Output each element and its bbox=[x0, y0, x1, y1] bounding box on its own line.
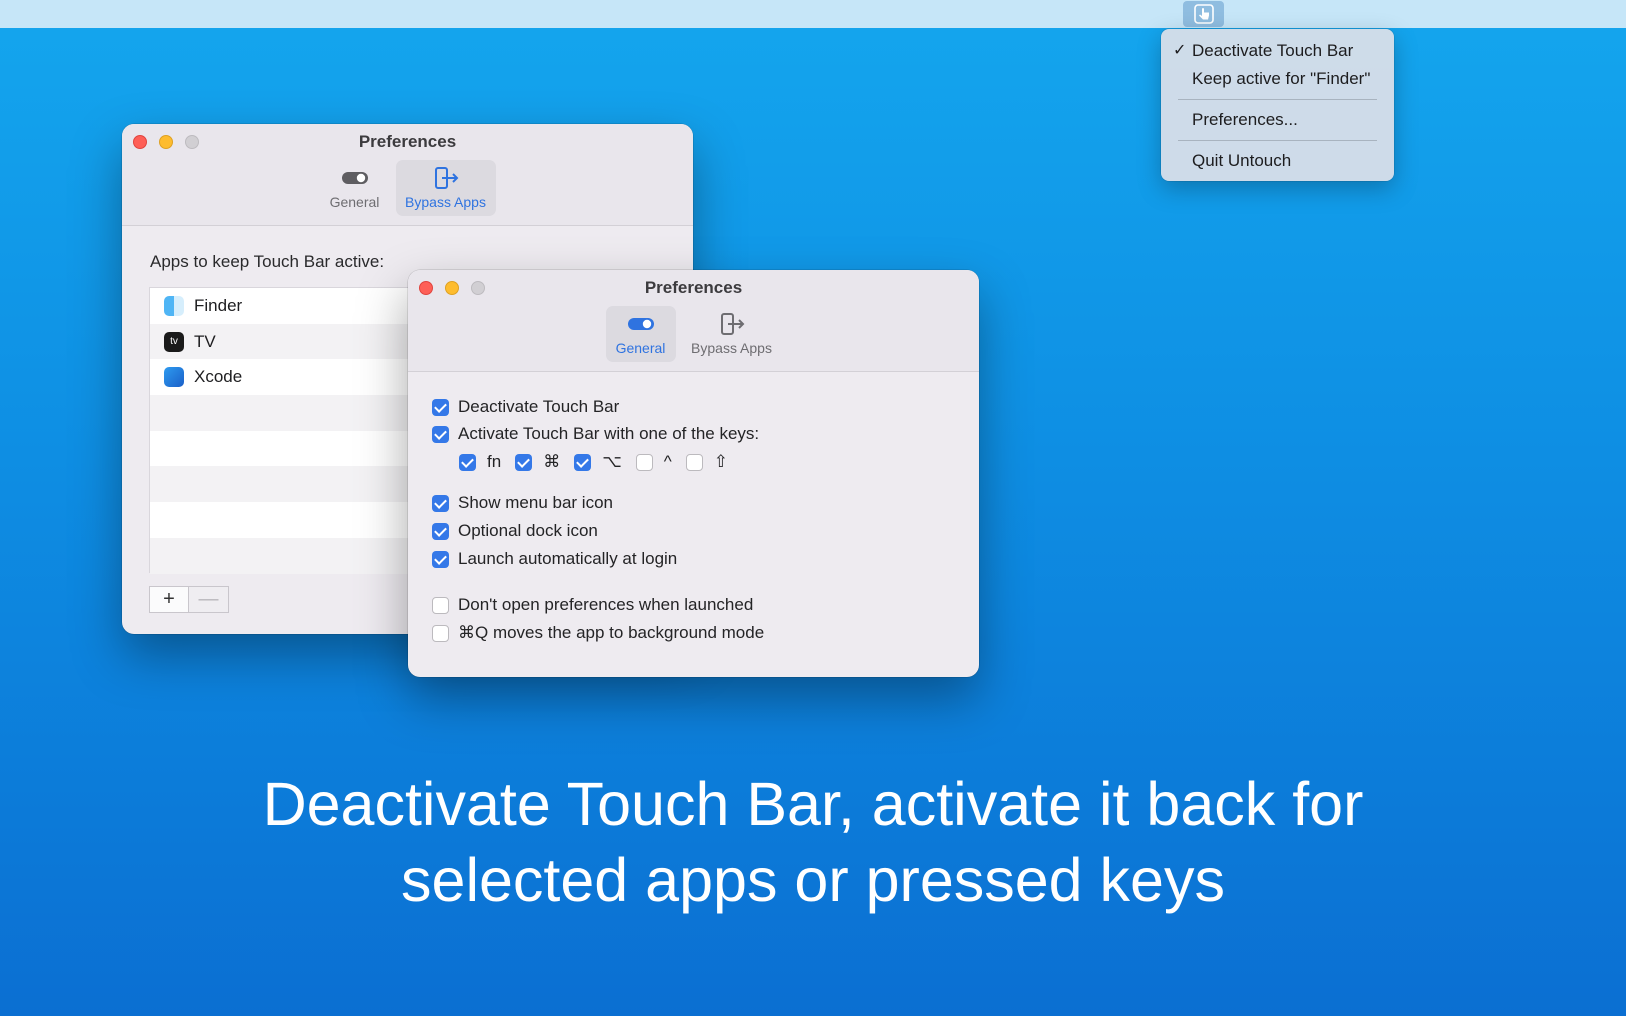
checkbox[interactable] bbox=[432, 522, 449, 540]
status-menu: ✓ Deactivate Touch Bar Keep active for "… bbox=[1161, 29, 1394, 181]
xcode-icon bbox=[164, 367, 184, 388]
app-name: Finder bbox=[194, 295, 243, 315]
key-option[interactable]: ⌥ bbox=[574, 452, 622, 472]
list-buttons: + — bbox=[149, 586, 229, 613]
option-label: Don't open preferences when launched bbox=[458, 595, 754, 614]
key-label: ^ bbox=[663, 452, 672, 471]
menu-item-keep-active[interactable]: Keep active for "Finder" bbox=[1161, 65, 1394, 93]
option-label: Launch automatically at login bbox=[458, 549, 678, 568]
titlebar: Preferences General Bypass Apps bbox=[122, 124, 693, 226]
checkbox[interactable] bbox=[432, 425, 449, 443]
activation-keys: fn ⌘ ⌥ ^ ⇧ bbox=[459, 452, 742, 472]
option-dont-open-preferences[interactable]: Don't open preferences when launched bbox=[432, 595, 753, 615]
marketing-caption: Deactivate Touch Bar, activate it back f… bbox=[0, 766, 1626, 918]
checkbox[interactable] bbox=[432, 624, 449, 642]
tv-icon: tv bbox=[164, 331, 184, 352]
remove-app-button[interactable]: — bbox=[189, 586, 229, 613]
tab-bypass-apps[interactable]: Bypass Apps bbox=[395, 160, 496, 216]
key-shift[interactable]: ⇧ bbox=[685, 452, 729, 472]
key-label: ⇧ bbox=[713, 452, 729, 471]
checkbox[interactable] bbox=[515, 453, 533, 471]
option-label: Show menu bar icon bbox=[458, 493, 613, 512]
key-label: ⌥ bbox=[602, 452, 622, 471]
menu-item-label: Keep active for "Finder" bbox=[1192, 69, 1371, 88]
toolbar-tabs: General Bypass Apps bbox=[122, 160, 693, 216]
key-control[interactable]: ^ bbox=[635, 452, 672, 472]
touch-hand-icon[interactable] bbox=[1183, 1, 1224, 27]
window-title: Preferences bbox=[644, 278, 743, 297]
option-label: ⌘Q moves the app to background mode bbox=[458, 623, 765, 642]
toolbar-tabs: General Bypass Apps bbox=[408, 306, 979, 362]
checkbox[interactable] bbox=[432, 398, 449, 416]
option-deactivate-touch-bar[interactable]: Deactivate Touch Bar bbox=[432, 397, 619, 417]
menu-bar bbox=[0, 0, 1626, 28]
menu-separator bbox=[1178, 140, 1377, 141]
tab-general[interactable]: General bbox=[320, 160, 390, 216]
tab-bypass-apps[interactable]: Bypass Apps bbox=[682, 306, 782, 362]
caption-line: selected apps or pressed keys bbox=[401, 846, 1225, 914]
tab-label: Bypass Apps bbox=[405, 194, 486, 210]
menu-item-label: Quit Untouch bbox=[1192, 151, 1292, 170]
menu-item-label: Preferences... bbox=[1192, 110, 1298, 129]
key-command[interactable]: ⌘ bbox=[515, 452, 560, 472]
key-fn[interactable]: fn bbox=[459, 452, 501, 472]
checkbox[interactable] bbox=[635, 453, 653, 471]
option-cmd-q-background[interactable]: ⌘Q moves the app to background mode bbox=[432, 623, 764, 643]
add-app-button[interactable]: + bbox=[149, 586, 189, 613]
menu-item-preferences[interactable]: Preferences... bbox=[1161, 106, 1394, 134]
finder-icon bbox=[164, 295, 184, 316]
option-label: Optional dock icon bbox=[458, 521, 598, 540]
menu-item-quit[interactable]: Quit Untouch bbox=[1161, 147, 1394, 175]
menu-separator bbox=[1178, 99, 1377, 100]
app-name: Xcode bbox=[194, 367, 243, 387]
checkmark-icon: ✓ bbox=[1173, 42, 1187, 59]
bypass-icon bbox=[396, 166, 496, 190]
checkbox[interactable] bbox=[432, 494, 449, 512]
window-title: Preferences bbox=[358, 132, 457, 151]
menu-item-deactivate-touch-bar[interactable]: ✓ Deactivate Touch Bar bbox=[1161, 37, 1394, 65]
preferences-window-general: Preferences General Bypass Apps Deactiva… bbox=[408, 270, 979, 677]
menu-item-label: Deactivate Touch Bar bbox=[1192, 41, 1354, 60]
tab-general[interactable]: General bbox=[605, 306, 676, 362]
key-label: ⌘ bbox=[543, 452, 561, 471]
apps-label: Apps to keep Touch Bar active: bbox=[150, 252, 385, 271]
option-launch-at-login[interactable]: Launch automatically at login bbox=[432, 549, 677, 569]
bypass-icon bbox=[682, 312, 782, 336]
titlebar: Preferences General Bypass Apps bbox=[408, 270, 979, 372]
tab-label: Bypass Apps bbox=[691, 340, 772, 356]
option-activate-with-keys[interactable]: Activate Touch Bar with one of the keys: bbox=[432, 424, 759, 444]
key-label: fn bbox=[487, 452, 502, 471]
caption-line: Deactivate Touch Bar, activate it back f… bbox=[262, 770, 1364, 838]
tab-label: General bbox=[329, 194, 380, 210]
option-label: Deactivate Touch Bar bbox=[458, 397, 620, 416]
checkbox[interactable] bbox=[685, 453, 703, 471]
app-name: TV bbox=[194, 331, 216, 351]
checkbox[interactable] bbox=[432, 596, 449, 614]
checkbox[interactable] bbox=[574, 453, 592, 471]
option-label: Activate Touch Bar with one of the keys: bbox=[458, 424, 760, 443]
option-show-menu-bar-icon[interactable]: Show menu bar icon bbox=[432, 493, 613, 513]
toggle-icon bbox=[320, 166, 390, 190]
checkbox[interactable] bbox=[459, 453, 476, 471]
toggle-icon bbox=[606, 312, 676, 336]
checkbox[interactable] bbox=[432, 550, 449, 568]
option-dock-icon[interactable]: Optional dock icon bbox=[432, 521, 598, 541]
tab-label: General bbox=[615, 340, 666, 356]
